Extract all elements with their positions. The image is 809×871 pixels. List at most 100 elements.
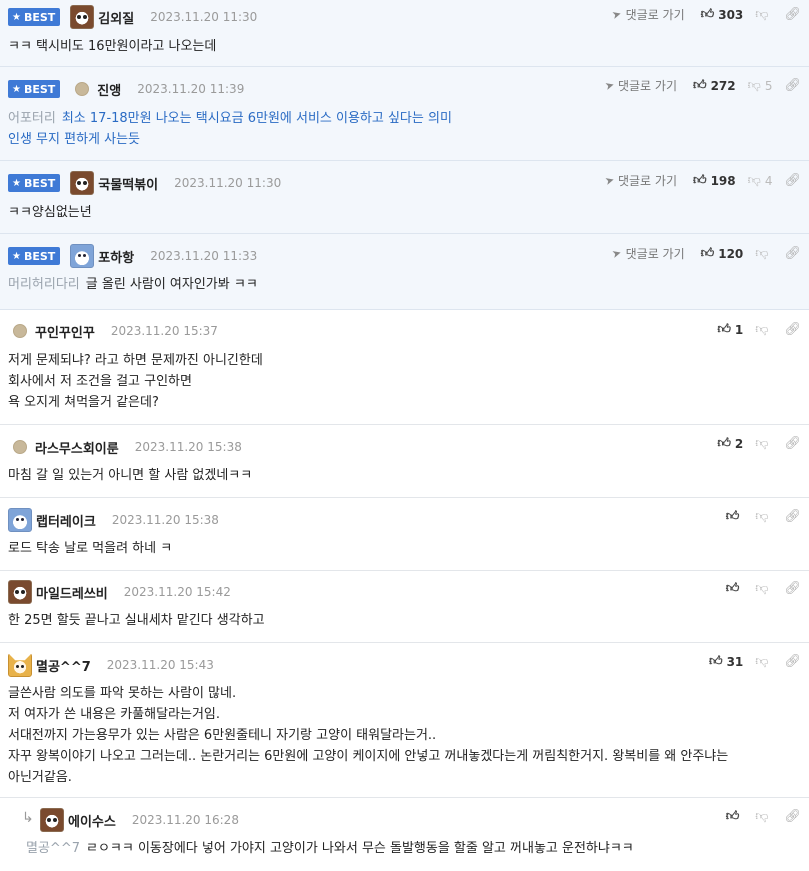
thumbs-down-icon: 👎︎ (755, 509, 769, 524)
upvote-button[interactable]: 👍︎ 272 (693, 78, 736, 93)
downvote-button[interactable]: 👎︎ (755, 509, 772, 524)
nickname[interactable]: 에이수스 (68, 811, 116, 830)
link-icon[interactable]: 🔗︎ (784, 654, 801, 669)
upvote-button[interactable]: 👍︎ (726, 809, 744, 824)
downvote-button[interactable]: 👎︎ (755, 436, 772, 451)
link-icon[interactable]: 🔗︎ (784, 78, 801, 93)
best-comment: ★ BEST 포하항 2023.11.20 11:33 ➤ 댓글로 가기 👍︎ 120… (0, 234, 809, 310)
nickname[interactable]: 라스무스회이룬 (35, 438, 119, 457)
thumbs-down-icon: 👎︎ (755, 436, 769, 451)
upvote-button[interactable]: 👍︎ 31 (709, 654, 743, 669)
thumbs-up-icon: 👍︎ (692, 173, 707, 188)
avatar[interactable] (70, 171, 95, 195)
downvote-button[interactable]: 👎︎ (755, 581, 772, 596)
thumbs-up-icon: 👍︎ (700, 246, 715, 261)
thumbs-up-icon: 👍︎ (725, 809, 740, 824)
nickname[interactable]: 멸공^^7 (36, 656, 91, 675)
nickname[interactable]: 김외질 (98, 8, 134, 27)
avatar[interactable] (8, 508, 32, 532)
thumbs-up-icon: 👍︎ (725, 509, 740, 524)
comment: 꾸인꾸인꾸 2023.11.20 15:37 👍︎ 1 👎︎ 🔗︎ 저게 문제되냐… (0, 310, 809, 425)
best-comment: ★ BEST 진앵 2023.11.20 11:39 ➤ 댓글로 가기 👍︎ 272 … (0, 67, 809, 161)
thumbs-up-icon: 👍︎ (700, 7, 715, 22)
downvote-button[interactable]: 👎︎ (755, 809, 772, 824)
best-comment: ★ BEST 국물떡볶이 2023.11.20 11:30 ➤ 댓글로 가기 👍︎ 1… (0, 161, 809, 234)
link-icon[interactable]: 🔗︎ (784, 509, 801, 524)
comment-date: 2023.11.20 16:28 (131, 813, 239, 827)
comment-body: 어포터리 최소 17-18만원 나오는 택시요금 6만원에 서비스 이용하고 싶다… (8, 111, 452, 147)
nickname[interactable]: 꾸인꾸인꾸 (35, 322, 95, 341)
thumbs-up-icon: 👍︎ (708, 654, 723, 669)
link-icon[interactable]: 🔗︎ (784, 7, 801, 22)
nickname[interactable]: 마일드레쓰비 (36, 583, 108, 602)
comment: 마일드레쓰비 2023.11.20 15:42 👍︎ 👎︎ 🔗︎ 한 25면 할… (0, 571, 809, 643)
best-comment: ★ BEST 김외질 2023.11.20 11:30 ➤ 댓글로 가기 👍︎ 303… (0, 0, 809, 67)
comment-date: 2023.11.20 11:30 (174, 176, 282, 190)
upvote-button[interactable]: 👍︎ 120 (701, 246, 744, 261)
go-to-comment-link[interactable]: ➤ 댓글로 가기 (611, 6, 685, 23)
link-icon[interactable]: 🔗︎ (784, 173, 801, 188)
star-icon: ★ (12, 250, 21, 262)
link-icon[interactable]: 🔗︎ (784, 436, 801, 451)
avatar[interactable] (8, 580, 32, 604)
thumbs-down-icon: 👎︎ (755, 581, 769, 596)
comment-date: 2023.11.20 15:37 (110, 324, 218, 338)
avatar[interactable] (75, 82, 90, 96)
go-to-comment-link[interactable]: ➤ 댓글로 가기 (603, 172, 677, 189)
reply-target[interactable]: 어포터리 (8, 111, 56, 126)
avatar[interactable] (13, 324, 27, 338)
upvote-button[interactable]: 👍︎ 1 (717, 322, 743, 337)
thumbs-up-icon: 👍︎ (692, 78, 707, 93)
comment-date: 2023.11.20 11:33 (150, 249, 258, 263)
thumbs-up-icon: 👍︎ (725, 581, 740, 596)
upvote-button[interactable]: 👍︎ (726, 509, 744, 524)
avatar[interactable] (70, 244, 95, 268)
nickname[interactable]: 국물떡볶이 (98, 174, 158, 193)
thumbs-up-icon: 👍︎ (717, 436, 731, 451)
comment-body: 글쓴사람 의도를 파악 못하는 사람이 많네. 저 여자가 쓴 내용은 카풀해달… (8, 686, 729, 785)
thumbs-down-icon: 👎︎ (747, 78, 761, 93)
link-icon[interactable]: 🔗︎ (784, 581, 801, 596)
downvote-button[interactable]: 👎︎ 5 (748, 78, 773, 93)
link-icon[interactable]: 🔗︎ (784, 322, 801, 337)
comment-body: ㅋㅋ 택시비도 16만원이라고 나오는데 (8, 39, 217, 54)
comment-body: 멸공^^7 ㄹㅇㅋㅋ 이동장에다 넣어 가야지 고양이가 나와서 무슨 돌발행동을… (26, 841, 634, 856)
send-icon: ➤ (610, 246, 624, 261)
comment: 랩터레이크 2023.11.20 15:38 👍︎ 👎︎ 🔗︎ 로드 탁송 날로… (0, 498, 809, 571)
upvote-button[interactable]: 👍︎ 2 (717, 436, 743, 451)
downvote-button[interactable]: 👎︎ (755, 246, 772, 261)
comment-date: 2023.11.20 11:39 (137, 82, 245, 96)
nickname[interactable]: 포하항 (98, 247, 134, 266)
best-badge: ★ BEST (8, 247, 61, 265)
nickname[interactable]: 진앵 (97, 80, 121, 99)
avatar[interactable] (40, 808, 64, 832)
thumbs-up-icon: 👍︎ (717, 322, 731, 337)
reply-target[interactable]: 머리허리다리 (8, 277, 80, 292)
downvote-button[interactable]: 👎︎ 4 (748, 173, 773, 188)
go-to-comment-link[interactable]: ➤ 댓글로 가기 (603, 77, 677, 94)
comment-body: 한 25면 할듯 끝나고 실내세차 맡긴다 생각하고 (8, 613, 265, 628)
link-icon[interactable]: 🔗︎ (784, 246, 801, 261)
link-icon[interactable]: 🔗︎ (784, 809, 801, 824)
reply-target[interactable]: 멸공^^7 (26, 841, 80, 856)
upvote-button[interactable]: 👍︎ 198 (693, 173, 736, 188)
star-icon: ★ (12, 11, 21, 23)
comment-body: 머리허리다리 글 올린 사람이 여자인가봐 ㅋㅋ (8, 277, 258, 292)
downvote-button[interactable]: 👎︎ (755, 322, 772, 337)
send-icon: ➤ (603, 78, 616, 93)
downvote-button[interactable]: 👎︎ (755, 654, 772, 669)
star-icon: ★ (12, 83, 21, 95)
nickname[interactable]: 랩터레이크 (36, 511, 96, 530)
avatar[interactable] (70, 5, 95, 29)
downvote-button[interactable]: 👎︎ (755, 7, 772, 22)
send-icon: ➤ (603, 173, 616, 188)
go-to-comment-link[interactable]: ➤ 댓글로 가기 (610, 245, 685, 262)
comment-body: 저게 문제되냐? 라고 하면 문제까진 아니긴한데 회사에서 저 조건을 걸고 … (8, 353, 263, 410)
comment-body: ㅋㅋ양심없는년 (8, 205, 92, 220)
thumbs-down-icon: 👎︎ (747, 173, 761, 188)
upvote-button[interactable]: 👍︎ (726, 581, 744, 596)
avatar[interactable] (13, 440, 27, 454)
comment: 멸공^^7 2023.11.20 15:43 👍︎ 31 👎︎ 🔗︎ 글쓴사람 의… (0, 643, 809, 798)
avatar[interactable] (8, 653, 32, 677)
upvote-button[interactable]: 👍︎ 303 (701, 7, 744, 22)
